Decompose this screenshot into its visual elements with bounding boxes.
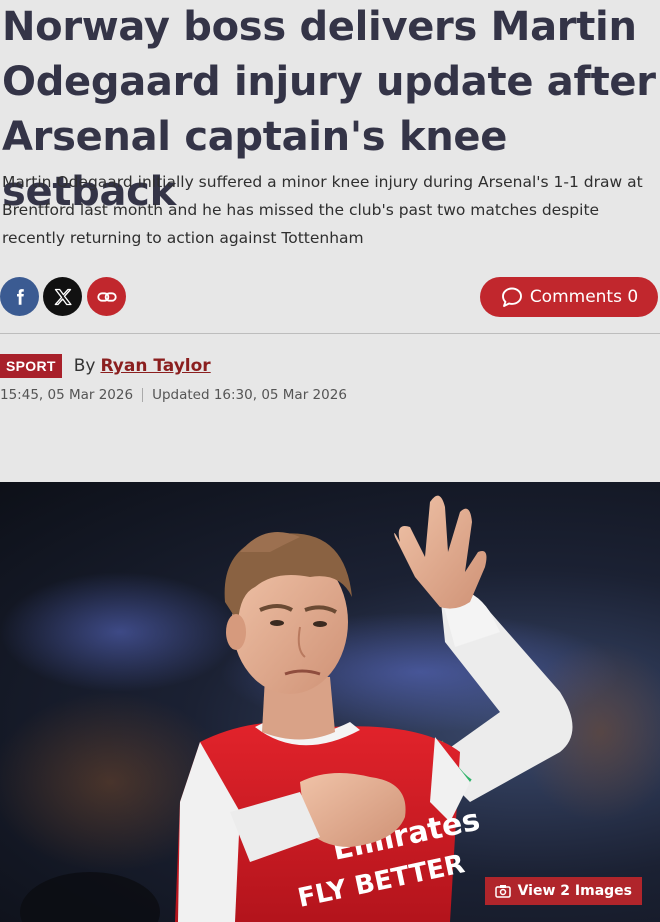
speech-bubble-icon	[501, 287, 522, 307]
comments-button[interactable]: Comments 0	[480, 277, 658, 317]
timestamps: 15:45, 05 Mar 2026 Updated 16:30, 05 Mar…	[0, 387, 347, 403]
published-time: 15:45, 05 Mar 2026	[0, 387, 134, 403]
share-bar: Comments 0	[0, 277, 660, 317]
hero-image[interactable]: Emirates FLY BETTER	[0, 482, 660, 922]
updated-time: Updated 16:30, 05 Mar 2026	[152, 387, 347, 403]
byline: SPORT By Ryan Taylor	[0, 352, 211, 380]
x-icon	[54, 288, 72, 305]
share-link-button[interactable]	[87, 277, 126, 316]
timestamp-separator	[142, 388, 144, 402]
comments-label: Comments 0	[529, 287, 639, 307]
share-x-button[interactable]	[43, 277, 82, 316]
section-badge[interactable]: SPORT	[0, 354, 62, 378]
view-images-button[interactable]: View 2 Images	[484, 877, 642, 905]
by-label: By	[73, 356, 96, 376]
divider	[0, 333, 660, 334]
link-icon	[96, 291, 117, 302]
camera-icon	[494, 885, 511, 898]
author-link[interactable]: Ryan Taylor	[100, 356, 210, 376]
view-images-label: View 2 Images	[517, 883, 632, 899]
hero-photo-illustration: Emirates FLY BETTER	[0, 495, 660, 922]
share-facebook-button[interactable]	[0, 277, 39, 316]
article-standfirst: Martin Odegaard initially suffered a min…	[2, 173, 643, 247]
facebook-icon	[16, 288, 24, 305]
